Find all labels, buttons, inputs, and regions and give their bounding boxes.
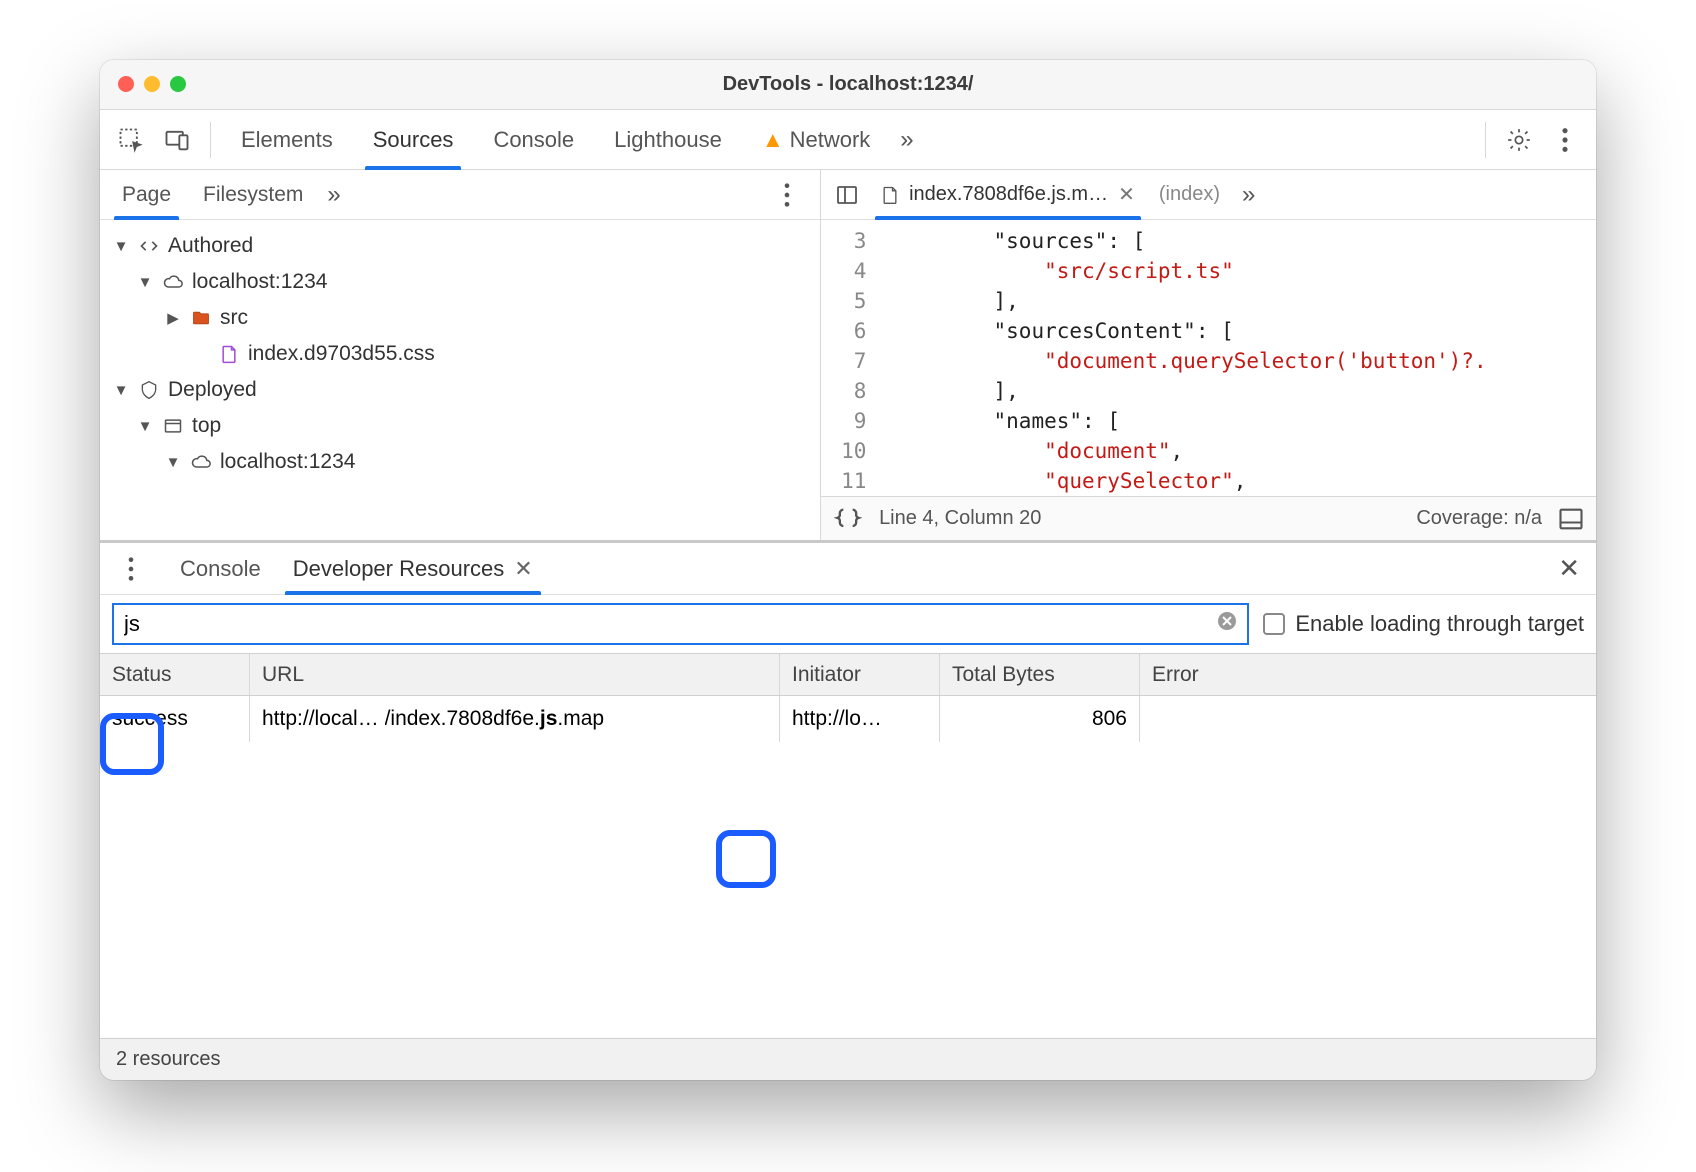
code-icon [138, 235, 160, 257]
tree-file-css[interactable]: index.d9703d55.css [100, 336, 820, 372]
nav-menu-kebab-icon[interactable] [766, 174, 808, 216]
toggle-navigator-icon[interactable] [827, 183, 867, 207]
editor-tab-active-label: index.7808df6e.js.m… [909, 183, 1108, 206]
drawer-tab-developer-resources[interactable]: Developer Resources ✕ [277, 543, 549, 595]
table-row[interactable]: success http://local… /index.7808df6e.js… [100, 696, 1596, 742]
checkbox-icon[interactable] [1263, 613, 1285, 635]
pretty-print-icon[interactable] [831, 498, 865, 540]
close-drawer-icon[interactable]: ✕ [1558, 553, 1580, 584]
line-gutter: 3 4 5 6 7 8 9 10 11 [821, 220, 880, 496]
col-error[interactable]: Error [1140, 654, 1596, 695]
cursor-position: Line 4, Column 20 [879, 507, 1041, 530]
editor-statusbar: Line 4, Column 20 Coverage: n/a [821, 496, 1596, 540]
editor-panel: index.7808df6e.js.m… ✕ (index) » 3 4 5 6… [821, 170, 1596, 540]
tree-group-deployed[interactable]: ▼ Deployed [100, 372, 820, 408]
enable-loading-label: Enable loading through target [1295, 611, 1584, 637]
resources-table: Status URL Initiator Total Bytes Error s… [100, 653, 1596, 1038]
cell-initiator: http://lo… [780, 696, 940, 742]
nav-tab-filesystem[interactable]: Filesystem [187, 170, 319, 220]
tab-lighthouse[interactable]: Lighthouse [596, 110, 740, 170]
more-tabs-chevron[interactable]: » [892, 126, 921, 154]
editor-more-tabs-chevron[interactable]: » [1234, 181, 1263, 209]
drawer-menu-kebab-icon[interactable] [110, 548, 152, 590]
tab-network[interactable]: ▲ Network [744, 110, 888, 170]
titlebar: DevTools - localhost:1234/ [100, 60, 1596, 110]
col-status[interactable]: Status [100, 654, 250, 695]
tab-elements[interactable]: Elements [223, 110, 351, 170]
cell-bytes: 806 [940, 696, 1140, 742]
deployed-icon [138, 379, 160, 401]
code-content[interactable]: "sources": [ "src/script.ts" ], "sources… [880, 220, 1486, 496]
col-url[interactable]: URL [250, 654, 780, 695]
traffic-lights [118, 76, 186, 92]
main-tabstrip: Elements Sources Console Lighthouse ▲ Ne… [100, 110, 1596, 170]
settings-gear-icon[interactable] [1498, 119, 1540, 161]
folder-icon [190, 307, 212, 329]
tree-group-authored[interactable]: ▼ Authored [100, 228, 820, 264]
window-title: DevTools - localhost:1234/ [116, 73, 1580, 96]
drawer-panel: Console Developer Resources ✕ ✕ Enable l… [100, 540, 1596, 1080]
close-drawer-tab-icon[interactable]: ✕ [514, 556, 532, 582]
filter-input-wrap[interactable] [112, 603, 1249, 645]
window-close-button[interactable] [118, 76, 134, 92]
nav-tab-page[interactable]: Page [106, 170, 187, 220]
code-editor[interactable]: 3 4 5 6 7 8 9 10 11 "sources": [ "src/sc… [821, 220, 1596, 496]
tab-console[interactable]: Console [475, 110, 592, 170]
file-css-icon [218, 343, 240, 365]
col-initiator[interactable]: Initiator [780, 654, 940, 695]
device-toolbar-icon[interactable] [156, 119, 198, 161]
file-tree[interactable]: ▼ Authored ▼ localhost:1234 ▶ src [100, 220, 820, 540]
coverage-status: Coverage: n/a [1416, 507, 1542, 530]
file-icon [879, 184, 901, 206]
cell-error [1140, 696, 1596, 742]
drawer-tab-console[interactable]: Console [164, 543, 277, 595]
clear-filter-icon[interactable] [1217, 611, 1237, 637]
filter-input[interactable] [124, 611, 1217, 637]
cloud-icon [162, 271, 184, 293]
tree-host-deployed[interactable]: ▼ localhost:1234 [100, 444, 820, 480]
enable-loading-checkbox[interactable]: Enable loading through target [1263, 611, 1584, 637]
cell-url: http://local… /index.7808df6e.js.map [250, 696, 780, 742]
show-drawer-icon[interactable] [1556, 498, 1586, 540]
nav-more-chevron[interactable]: » [319, 181, 348, 209]
drawer-statusbar: 2 resources [100, 1038, 1596, 1080]
warning-icon: ▲ [762, 127, 784, 153]
tree-top-frame[interactable]: ▼ top [100, 408, 820, 444]
window-icon [162, 415, 184, 437]
close-tab-icon[interactable]: ✕ [1116, 182, 1137, 207]
tab-sources[interactable]: Sources [355, 110, 472, 170]
sources-navigator: Page Filesystem » ▼ Authored ▼ [100, 170, 821, 540]
cell-status: success [100, 696, 250, 742]
tree-host-authored[interactable]: ▼ localhost:1234 [100, 264, 820, 300]
editor-tab-active[interactable]: index.7808df6e.js.m… ✕ [871, 170, 1145, 220]
cloud-icon [190, 451, 212, 473]
window-minimize-button[interactable] [144, 76, 160, 92]
inspect-element-icon[interactable] [110, 119, 152, 161]
col-total-bytes[interactable]: Total Bytes [940, 654, 1140, 695]
window-zoom-button[interactable] [170, 76, 186, 92]
main-menu-kebab-icon[interactable] [1544, 119, 1586, 161]
tree-folder-src[interactable]: ▶ src [100, 300, 820, 336]
editor-tab-inactive[interactable]: (index) [1149, 183, 1230, 206]
